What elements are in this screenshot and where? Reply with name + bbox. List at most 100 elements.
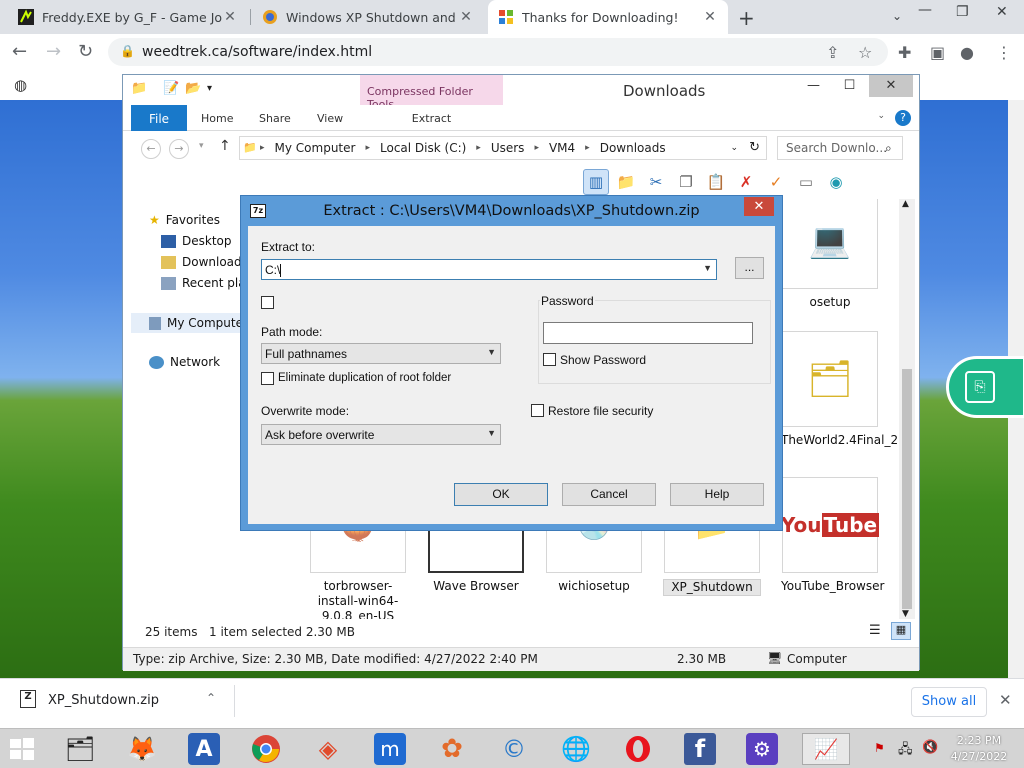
cent-browser-icon[interactable]: ©	[498, 733, 530, 765]
crumb-users[interactable]: Users	[491, 141, 525, 155]
scroll-down-icon[interactable]: ▼	[902, 609, 909, 619]
forward-icon[interactable]: →	[169, 139, 189, 159]
show-password-checkbox[interactable]	[543, 353, 556, 366]
restore-icon[interactable]: ❐	[956, 4, 969, 20]
scroll-thumb[interactable]	[902, 369, 912, 609]
opera-icon[interactable]	[622, 733, 654, 765]
address-bar[interactable]: 🔒 weedtrek.ca/software/index.html	[108, 38, 888, 66]
top-checkbox[interactable]	[261, 296, 274, 309]
file-item[interactable]: You Tube YouTube_Browser	[781, 477, 884, 594]
extensions-icon[interactable]: ✚	[898, 43, 911, 62]
nav-desktop[interactable]: Desktop	[161, 234, 232, 248]
file-view-scrollbar[interactable]: ▲ ▼	[899, 199, 915, 619]
eliminate-duplication-checkbox[interactable]	[261, 372, 274, 385]
start-button[interactable]	[6, 733, 38, 765]
arc-icon[interactable]: A	[188, 733, 220, 765]
chrome-icon[interactable]	[250, 733, 282, 765]
floating-widget[interactable]: ⎘	[946, 356, 1024, 418]
close-tab-icon[interactable]: ✕	[702, 9, 718, 25]
delete-icon[interactable]: ✗	[733, 169, 759, 195]
breadcrumb-dropdown-icon[interactable]: ⌄	[730, 143, 738, 153]
profile-icon[interactable]: ●	[960, 43, 974, 62]
bookmark-star-icon[interactable]: ☆	[858, 43, 872, 62]
volume-muted-icon[interactable]: 🔇	[922, 740, 938, 755]
paste-icon[interactable]: 📋	[703, 169, 729, 195]
nav-recent[interactable]: Recent plac	[161, 276, 252, 290]
check-icon[interactable]: ✓	[763, 169, 789, 195]
show-all-button[interactable]: Show all	[911, 687, 987, 717]
tab-thanks[interactable]: Thanks for Downloading! ✕	[488, 0, 728, 34]
nav-favorites[interactable]: ★ Favorites	[149, 213, 220, 227]
path-mode-select[interactable]: Full pathnames ▼	[261, 343, 501, 364]
network-tray-icon[interactable]: 🖧	[898, 740, 913, 762]
minimize-icon[interactable]: —	[796, 75, 831, 97]
properties-icon[interactable]: 📝	[163, 81, 179, 96]
firefox-icon[interactable]: 🦊	[126, 733, 158, 765]
new-folder-icon[interactable]: 📂	[185, 81, 201, 96]
crumb-my-computer[interactable]: My Computer	[275, 141, 356, 155]
globe-browser-icon[interactable]: 🌐	[560, 733, 592, 765]
recent-locations-icon[interactable]: ▾	[199, 141, 204, 151]
nav-network[interactable]: Network	[149, 355, 220, 369]
tab-home[interactable]: Home	[201, 105, 233, 131]
globe-icon[interactable]: ◉	[823, 169, 849, 195]
tab-file[interactable]: File	[131, 105, 187, 131]
close-shelf-icon[interactable]: ✕	[999, 691, 1012, 709]
chevron-down-icon[interactable]: ▼	[703, 263, 712, 273]
refresh-icon[interactable]: ↻	[749, 140, 760, 155]
cut-icon[interactable]: ✂	[643, 169, 669, 195]
chevron-up-icon[interactable]: ⌃	[206, 691, 216, 705]
details-view-icon[interactable]: ☰	[869, 623, 881, 638]
close-icon[interactable]: ✕	[744, 197, 774, 216]
clock[interactable]: 2:23 PM 4/27/2022	[944, 733, 1014, 765]
crumb-downloads[interactable]: Downloads	[600, 141, 666, 155]
overwrite-mode-select[interactable]: Ask before overwrite ▼	[261, 424, 501, 445]
scroll-up-icon[interactable]: ▲	[902, 199, 909, 209]
back-icon[interactable]: ←	[12, 41, 27, 62]
tab-share[interactable]: Share	[259, 105, 291, 131]
file-item[interactable]: 💻 osetup	[781, 199, 879, 310]
settings-gear-icon[interactable]: ⚙	[746, 733, 778, 765]
file-explorer-icon[interactable]: 🗂	[64, 733, 96, 765]
maximize-icon[interactable]: ☐	[832, 75, 867, 97]
download-filename[interactable]: XP_Shutdown.zip	[48, 693, 159, 708]
close-tab-icon[interactable]: ✕	[222, 9, 238, 25]
task-manager-icon[interactable]: 📈	[802, 733, 850, 765]
tab-gamejolt[interactable]: Freddy.EXE by G_F - Game Jolt ✕	[8, 0, 248, 34]
rename-icon[interactable]: ▭	[793, 169, 819, 195]
password-input[interactable]	[543, 322, 753, 344]
crumb-vm4[interactable]: VM4	[549, 141, 575, 155]
flag-icon[interactable]: ⚑	[874, 741, 885, 755]
tab-view[interactable]: View	[317, 105, 343, 131]
crumb-local-disk[interactable]: Local Disk (C:)	[380, 141, 466, 155]
colorful-browser-icon[interactable]: ✿	[436, 733, 468, 765]
large-icons-view-icon[interactable]: ▦	[891, 622, 911, 640]
tab-xp-shutdown[interactable]: Windows XP Shutdown and Logo ✕	[252, 0, 484, 34]
expand-ribbon-icon[interactable]: ⌄	[877, 111, 885, 121]
menu-icon[interactable]: ⋮	[996, 43, 1012, 62]
browse-button[interactable]: ...	[735, 257, 764, 279]
nav-downloads[interactable]: Downloads	[161, 255, 248, 269]
close-tab-icon[interactable]: ✕	[458, 9, 474, 25]
tab-search-icon[interactable]: ⌄	[892, 9, 902, 23]
url-text[interactable]: weedtrek.ca/software/index.html	[142, 44, 372, 60]
cancel-button[interactable]: Cancel	[562, 483, 656, 506]
restore-security-checkbox[interactable]	[531, 404, 544, 417]
ok-button[interactable]: OK	[454, 483, 548, 506]
nav-my-computer[interactable]: My Compute	[131, 313, 243, 333]
maxthon-icon[interactable]: m	[374, 733, 406, 765]
breadcrumb[interactable]: 📁 ▸ My Computer ▸ Local Disk (C:) ▸ Users ▸…	[239, 136, 767, 160]
extract-to-input[interactable]: C:\ ▼	[261, 259, 717, 280]
folder-properties-icon[interactable]: 📁	[613, 169, 639, 195]
customize-qat-icon[interactable]: ▾	[207, 83, 212, 94]
back-icon[interactable]: ←	[141, 139, 161, 159]
minimize-icon[interactable]: —	[918, 2, 932, 18]
share-icon[interactable]: ⇪	[826, 43, 839, 62]
copy-icon[interactable]: ❐	[673, 169, 699, 195]
preview-pane-icon[interactable]: ▥	[583, 169, 609, 195]
close-window-icon[interactable]: ✕	[996, 4, 1008, 20]
up-icon[interactable]: ↑	[219, 138, 231, 154]
help-button[interactable]: Help	[670, 483, 764, 506]
close-icon[interactable]: ✕	[869, 75, 913, 97]
forward-icon[interactable]: →	[46, 41, 61, 62]
